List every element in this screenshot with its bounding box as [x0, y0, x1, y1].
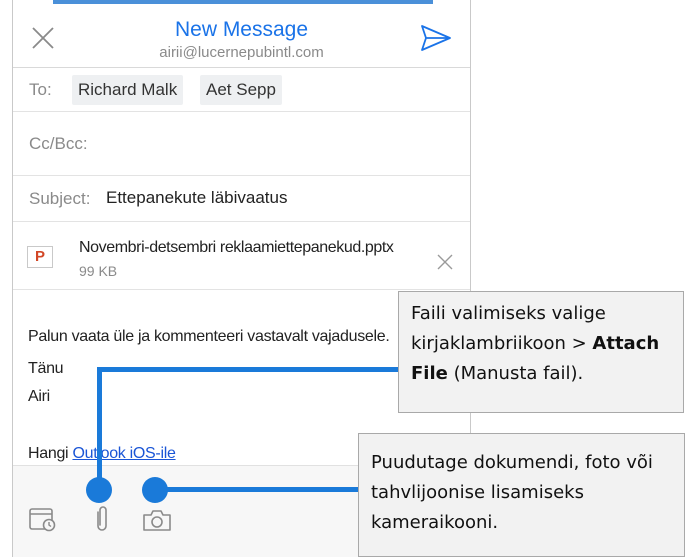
to-label: To:	[29, 80, 52, 99]
body-line[interactable]: Tänu	[28, 360, 64, 378]
attachment-item[interactable]: P Novembri-detsembri reklaamiettepanekud…	[13, 222, 470, 290]
callout-text: (Manusta fail).	[447, 363, 584, 384]
body-line[interactable]: Palun vaata üle ja kommenteeri vastavalt…	[28, 328, 390, 346]
to-field[interactable]: To: Richard Malk Aet Sepp	[13, 68, 470, 112]
callout-text: Puudutage dokumendi, foto või tahvlijoon…	[371, 452, 653, 533]
callout-connector-line	[97, 367, 102, 485]
paperclip-icon[interactable]	[94, 504, 110, 534]
subject-value[interactable]: Ettepanekute läbivaatus	[106, 188, 287, 208]
calendar-icon[interactable]	[29, 506, 57, 532]
camera-pointer-dot	[142, 477, 168, 503]
subject-label: Subject:	[29, 189, 91, 208]
recipient-chip[interactable]: Richard Malk	[72, 75, 184, 105]
attach-file-callout: Faili valimiseks valige kirjaklambriikoo…	[398, 291, 684, 413]
page-title: New Message	[174, 18, 309, 41]
cc-bcc-field[interactable]: Cc/Bcc:	[13, 112, 470, 176]
camera-callout: Puudutage dokumendi, foto või tahvlijoon…	[358, 433, 685, 557]
cc-bcc-label: Cc/Bcc:	[29, 134, 88, 153]
body-line[interactable]: Airi	[28, 388, 50, 406]
compose-header: New Message airii@lucernepubintl.com	[13, 0, 470, 68]
callout-text: Faili valimiseks valige kirjaklambriikoo…	[411, 303, 606, 354]
send-icon[interactable]	[420, 24, 452, 52]
attachment-name: Novembri-detsembri reklaamiettepanekud.p…	[79, 239, 394, 256]
remove-attachment-icon[interactable]	[436, 253, 454, 271]
outlook-ios-link[interactable]: Outlook iOS-ile	[72, 445, 175, 462]
callout-connector-line	[98, 367, 398, 372]
signature-prefix: Hangi	[28, 445, 73, 462]
callout-connector-line	[153, 487, 358, 492]
powerpoint-file-icon: P	[27, 246, 53, 268]
camera-icon[interactable]	[142, 508, 172, 532]
sender-address: airii@lucernepubintl.com	[159, 44, 324, 61]
recipient-chip[interactable]: Aet Sepp	[200, 75, 282, 105]
subject-field[interactable]: Subject: Ettepanekute läbivaatus	[13, 176, 470, 222]
attach-pointer-dot	[86, 477, 112, 503]
attachment-size: 99 KB	[79, 263, 118, 279]
